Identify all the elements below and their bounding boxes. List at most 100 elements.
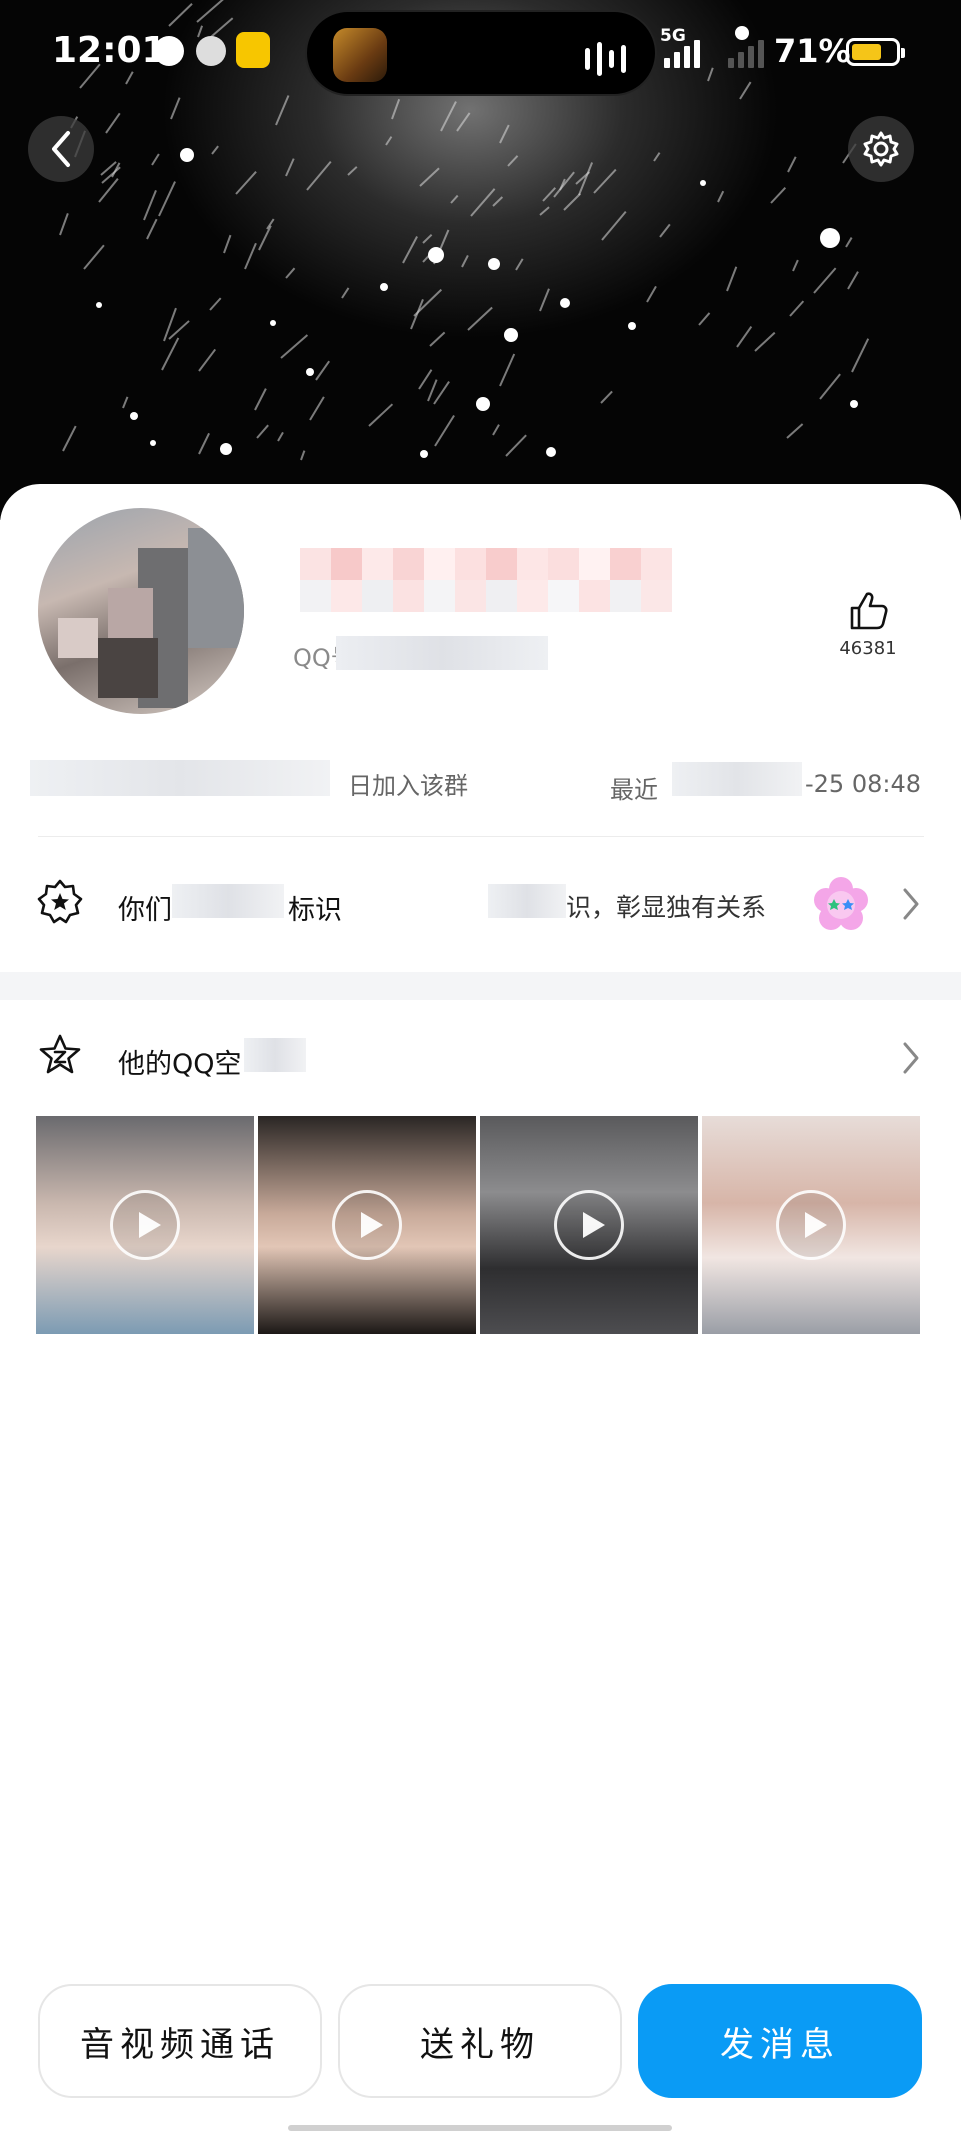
- rain-streak: [600, 390, 613, 404]
- rain-streak: [83, 244, 105, 270]
- rain-streak: [434, 414, 455, 447]
- home-indicator: [288, 2125, 672, 2131]
- star: [130, 412, 138, 420]
- qq-zone-label: 他的QQ空: [118, 1049, 242, 1080]
- star: [546, 447, 556, 457]
- rain-streak: [736, 325, 753, 348]
- zone-video-thumbnail[interactable]: [480, 1116, 698, 1334]
- rain-streak: [813, 267, 837, 294]
- notification-icon: [154, 36, 184, 66]
- rain-streak: [105, 112, 121, 134]
- rain-streak: [786, 423, 804, 439]
- battery-percent: 71%: [774, 32, 851, 70]
- weibo-icon: [196, 36, 226, 66]
- rain-streak: [789, 300, 805, 317]
- rain-streak: [300, 450, 306, 461]
- star: [180, 148, 194, 162]
- back-button[interactable]: [28, 116, 94, 182]
- play-icon: [776, 1190, 846, 1260]
- star: [628, 322, 636, 330]
- star: [96, 302, 102, 308]
- qq-zone-row[interactable]: 他的QQ空: [0, 1008, 961, 1108]
- rain-streak: [62, 425, 77, 452]
- play-icon: [332, 1190, 402, 1260]
- chevron-left-icon: [52, 131, 70, 167]
- join-info-redacted: [30, 760, 330, 796]
- rain-streak: [819, 373, 841, 400]
- relationship-desc-redacted: [488, 884, 566, 918]
- recent-active-label: 最近: [610, 776, 658, 804]
- rain-streak: [143, 189, 157, 221]
- signal-secondary-icon: [728, 38, 764, 68]
- relationship-badge-description: 识，彰显独有关系: [566, 893, 767, 922]
- status-time: 12:01: [52, 30, 167, 71]
- flower-stars-icon: [814, 877, 868, 930]
- star: [270, 320, 276, 326]
- send-gift-button[interactable]: 送礼物: [338, 1984, 622, 2098]
- avatar[interactable]: [38, 508, 244, 714]
- rain-streak: [770, 186, 787, 204]
- qq-number-redacted: [336, 636, 548, 670]
- now-playing-art: [333, 28, 387, 82]
- divider: [38, 836, 924, 837]
- rain-streak: [277, 431, 284, 442]
- battery-fill: [852, 44, 882, 60]
- rain-streak: [505, 434, 527, 457]
- app-notification-icon: [236, 32, 270, 68]
- send-message-button[interactable]: 发消息: [638, 1984, 922, 2098]
- star: [306, 368, 314, 376]
- rain-streak: [726, 266, 738, 292]
- recent-date-redacted: [672, 762, 802, 796]
- like-button[interactable]: 46381: [818, 588, 918, 659]
- rain-streak: [309, 396, 325, 421]
- play-icon: [554, 1190, 624, 1260]
- thumbs-up-icon: [850, 592, 888, 630]
- rain-streak: [492, 424, 500, 436]
- av-call-button[interactable]: 音视频通话: [38, 1984, 322, 2098]
- star: [420, 450, 428, 458]
- star-badge-icon: [37, 879, 83, 924]
- zone-video-thumbnail[interactable]: [36, 1116, 254, 1334]
- star: [428, 247, 444, 263]
- rain-streak: [315, 360, 331, 381]
- star: [820, 228, 840, 248]
- rain-streak: [698, 312, 711, 326]
- section-separator: [0, 972, 961, 1000]
- battery-icon: [846, 38, 905, 66]
- rain-streak: [158, 181, 176, 217]
- star: [700, 180, 706, 186]
- zone-video-thumbnail[interactable]: [258, 1116, 476, 1334]
- rain-streak: [418, 369, 433, 390]
- nickname-redacted: [300, 548, 672, 612]
- settings-button[interactable]: [848, 116, 914, 182]
- rain-streak: [254, 388, 267, 411]
- zone-icon: [39, 1034, 81, 1074]
- rain-streak: [792, 259, 799, 272]
- rain-streak: [151, 153, 160, 166]
- star: [380, 283, 388, 291]
- star: [150, 440, 156, 446]
- zone-video-thumbnail[interactable]: [702, 1116, 920, 1334]
- relationship-badge-row[interactable]: 你们 标识 识，彰显独有关系: [0, 854, 961, 954]
- rain-streak: [845, 237, 853, 248]
- rain-streak: [59, 213, 69, 236]
- dynamic-island[interactable]: [305, 10, 657, 96]
- relationship-badge-prefix: 你们: [118, 895, 172, 926]
- rain-streak: [198, 432, 210, 455]
- like-count: 46381: [839, 638, 897, 659]
- rain-streak: [161, 337, 180, 371]
- rain-streak: [122, 396, 129, 409]
- relationship-badge-redacted: [172, 884, 284, 918]
- join-date-text: 日加入该群: [348, 772, 468, 800]
- qq-zone-label-redacted: [244, 1038, 306, 1072]
- rain-streak: [209, 297, 222, 311]
- qq-zone-thumbnails: [36, 1116, 920, 1334]
- rain-streak: [787, 156, 797, 173]
- rain-streak: [280, 334, 309, 359]
- chevron-right-icon: [903, 1042, 919, 1074]
- rain-streak: [847, 271, 859, 290]
- star: [476, 397, 490, 411]
- rain-streak: [851, 338, 870, 373]
- star: [220, 443, 232, 455]
- chevron-right-icon: [903, 888, 919, 920]
